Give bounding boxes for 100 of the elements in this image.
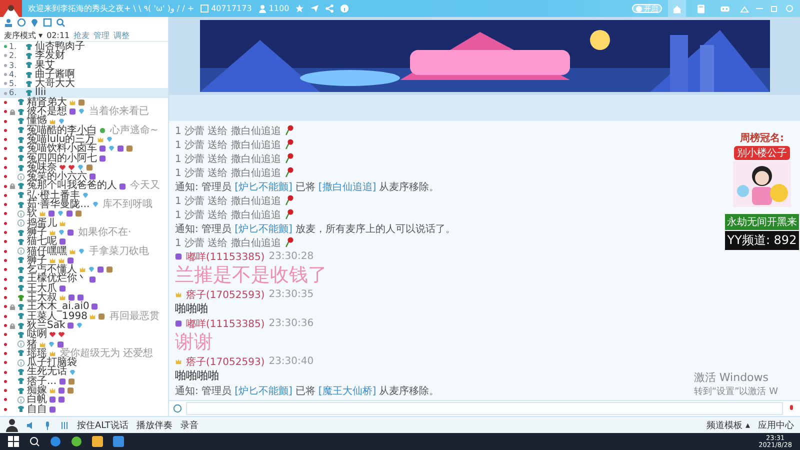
message-time: 23:30:35 (268, 289, 314, 300)
member-item[interactable]: 王菜人_1998 再回最恶贯 (0, 312, 168, 321)
star-icon[interactable] (295, 4, 304, 13)
member-item[interactable]: 冤那个叫我爸爸的人 今天又 (0, 181, 168, 191)
template-button[interactable]: 频道模板 ▴ (706, 418, 750, 432)
user-name[interactable]: 瘩子(17052593) (186, 288, 265, 302)
member-item[interactable]: 冤笑的小六六 (0, 172, 168, 182)
member-note: 心声逃命~ (110, 126, 158, 135)
emoji-icon[interactable] (173, 404, 182, 413)
user-link[interactable]: [魔王大仙桥] (318, 384, 376, 398)
member-name: 冤喵lulu的三万 (27, 134, 96, 144)
mic-icon[interactable] (787, 404, 796, 413)
member-item[interactable]: 猪 (0, 340, 168, 349)
action-link[interactable]: 抢麦 (74, 30, 90, 41)
notice-text: 通知: 管理员 (175, 384, 232, 398)
member-item[interactable]: 王大叔 (0, 293, 168, 302)
member-item[interactable]: 生死无话 (0, 367, 168, 377)
action-link[interactable]: 调整 (114, 30, 130, 41)
restore-icon[interactable] (770, 4, 779, 13)
member-name: 白帆 (27, 395, 47, 405)
user-name[interactable]: 嘟咩(11153385) (186, 250, 265, 264)
message-text: 啪啪啪 (175, 302, 208, 316)
member-name: 生死无话 (27, 367, 67, 377)
member-item[interactable]: 彼不是想 当着你来看已 (0, 107, 168, 116)
member-item[interactable]: 软 (0, 209, 168, 219)
member-item[interactable]: 王木木_ai.ai0 (0, 302, 168, 312)
windows-icon[interactable] (8, 436, 19, 447)
avatar-icon[interactable] (6, 418, 18, 432)
user-name[interactable]: 嘟咩(11153385) (186, 316, 265, 330)
person-icon[interactable] (4, 18, 13, 27)
member-item[interactable]: 痴嫁 (0, 386, 168, 396)
member-item[interactable]: 冤喵饮料小卤车 (0, 144, 168, 154)
app-icon[interactable] (113, 436, 124, 447)
member-name: 王大爪 (27, 284, 57, 294)
member-name: 茹·善华曼陇... (27, 200, 90, 210)
member-item[interactable]: 王大爪 (0, 284, 168, 294)
queue-item[interactable]: 2. 李发财 (0, 51, 168, 61)
rose-icon (284, 139, 294, 150)
queue-item[interactable]: 6. llii (0, 88, 168, 98)
pin-icon[interactable] (30, 18, 39, 27)
queue-item[interactable]: 4. 曲子酱啊 (0, 70, 168, 80)
browser-icon[interactable] (50, 436, 61, 447)
member-item[interactable]: 冤味奈 (0, 162, 168, 172)
equalizer-icon[interactable] (60, 420, 69, 430)
member-item[interactable]: 哒咧 (0, 330, 168, 340)
music-button[interactable]: 播放伴奏 (136, 418, 172, 432)
rose-icon (284, 125, 294, 136)
channel-title: 欢迎来到李拓海的秀头之夜+ \ \ ٩( 'ω' )و / / + (28, 3, 194, 14)
member-item[interactable]: 茹·善华曼陇... 库不到呀哦 (0, 200, 168, 210)
user-link[interactable]: [撒白仙追追] (318, 180, 376, 194)
member-name: 狮子 (27, 256, 47, 266)
speaker-icon[interactable] (26, 420, 35, 430)
member-item[interactable]: 王檬优烂你丶 (0, 274, 168, 284)
talk-button[interactable]: 按住ALT说话 (77, 418, 128, 432)
member-item[interactable]: 猫七呢 (0, 237, 168, 247)
shirt-icon (17, 349, 25, 358)
member-name: 冤喵酷的李小白 (27, 126, 97, 135)
member-name: 弘·橙土番丰 (27, 190, 80, 200)
member-item[interactable]: 乞丐不懂人 (0, 265, 168, 274)
member-item[interactable]: 瓜子打脑袋 (0, 358, 168, 368)
member-item[interactable]: 猫仔嘿嘿 手拿菜刀砍电 (0, 246, 168, 256)
member-item[interactable]: 痞子... (0, 376, 168, 386)
member-item[interactable]: 冤喵酷的李小白 心声逃命~ (0, 126, 168, 135)
apps-button[interactable]: 应用中心 (758, 418, 794, 432)
crown-icon (97, 136, 104, 144)
app-icon[interactable] (71, 436, 82, 447)
user-name[interactable]: 瘩子(17052593) (186, 354, 265, 368)
user-link[interactable]: [炉匕不能颤] (234, 180, 292, 194)
member-item[interactable]: 狮子 (0, 256, 168, 266)
book-icon[interactable] (43, 18, 52, 27)
message-input[interactable] (186, 402, 783, 415)
clock-icon[interactable] (17, 18, 26, 27)
action-link[interactable]: 管理 (94, 30, 110, 41)
gift-message: 1 沙蕾 送给 撒白仙追追 (175, 166, 281, 180)
member-item[interactable]: 白帆 (0, 395, 168, 405)
shirt-icon (17, 405, 25, 414)
queue-item[interactable]: 1. 仙杏鸭肉子 (0, 42, 168, 52)
plane-icon[interactable] (310, 4, 320, 13)
member-item[interactable]: 冤四四的小阿七 (0, 154, 168, 163)
user-link[interactable]: [炉匕不能颤] (234, 384, 292, 398)
record-button[interactable]: 录音 (180, 418, 198, 432)
member-item[interactable]: 狄兰Sak (0, 320, 168, 330)
message-text: 兰摧是不是收钱了 (175, 264, 327, 287)
member-name: 冤四四的小阿七 (27, 154, 97, 163)
member-item[interactable]: 自自 (0, 404, 168, 414)
member-item[interactable]: 冤喵lulu的三万 (0, 134, 168, 144)
member-note: 再回最恶贯 (109, 312, 160, 321)
member-item[interactable]: 狮子 如果你不在· (0, 228, 168, 238)
member-name: 猫仔嘿嘿 (27, 246, 67, 256)
app-icon[interactable] (92, 436, 103, 447)
queue-item[interactable]: 5. 大哥大大 (0, 79, 168, 88)
user-link[interactable]: [炉匕不能颤] (234, 222, 292, 236)
search-icon[interactable] (29, 436, 40, 447)
mic-icon[interactable] (43, 420, 52, 430)
mode-dropdown[interactable]: 麦序模式 ▾ (4, 30, 43, 41)
member-item[interactable]: 捣蛋儿 (0, 218, 168, 228)
queue-item[interactable]: 3. 果艾 (0, 60, 168, 70)
share-icon[interactable] (325, 4, 334, 13)
member-item[interactable]: 懂憾 (0, 116, 168, 126)
info-icon[interactable] (340, 4, 350, 13)
